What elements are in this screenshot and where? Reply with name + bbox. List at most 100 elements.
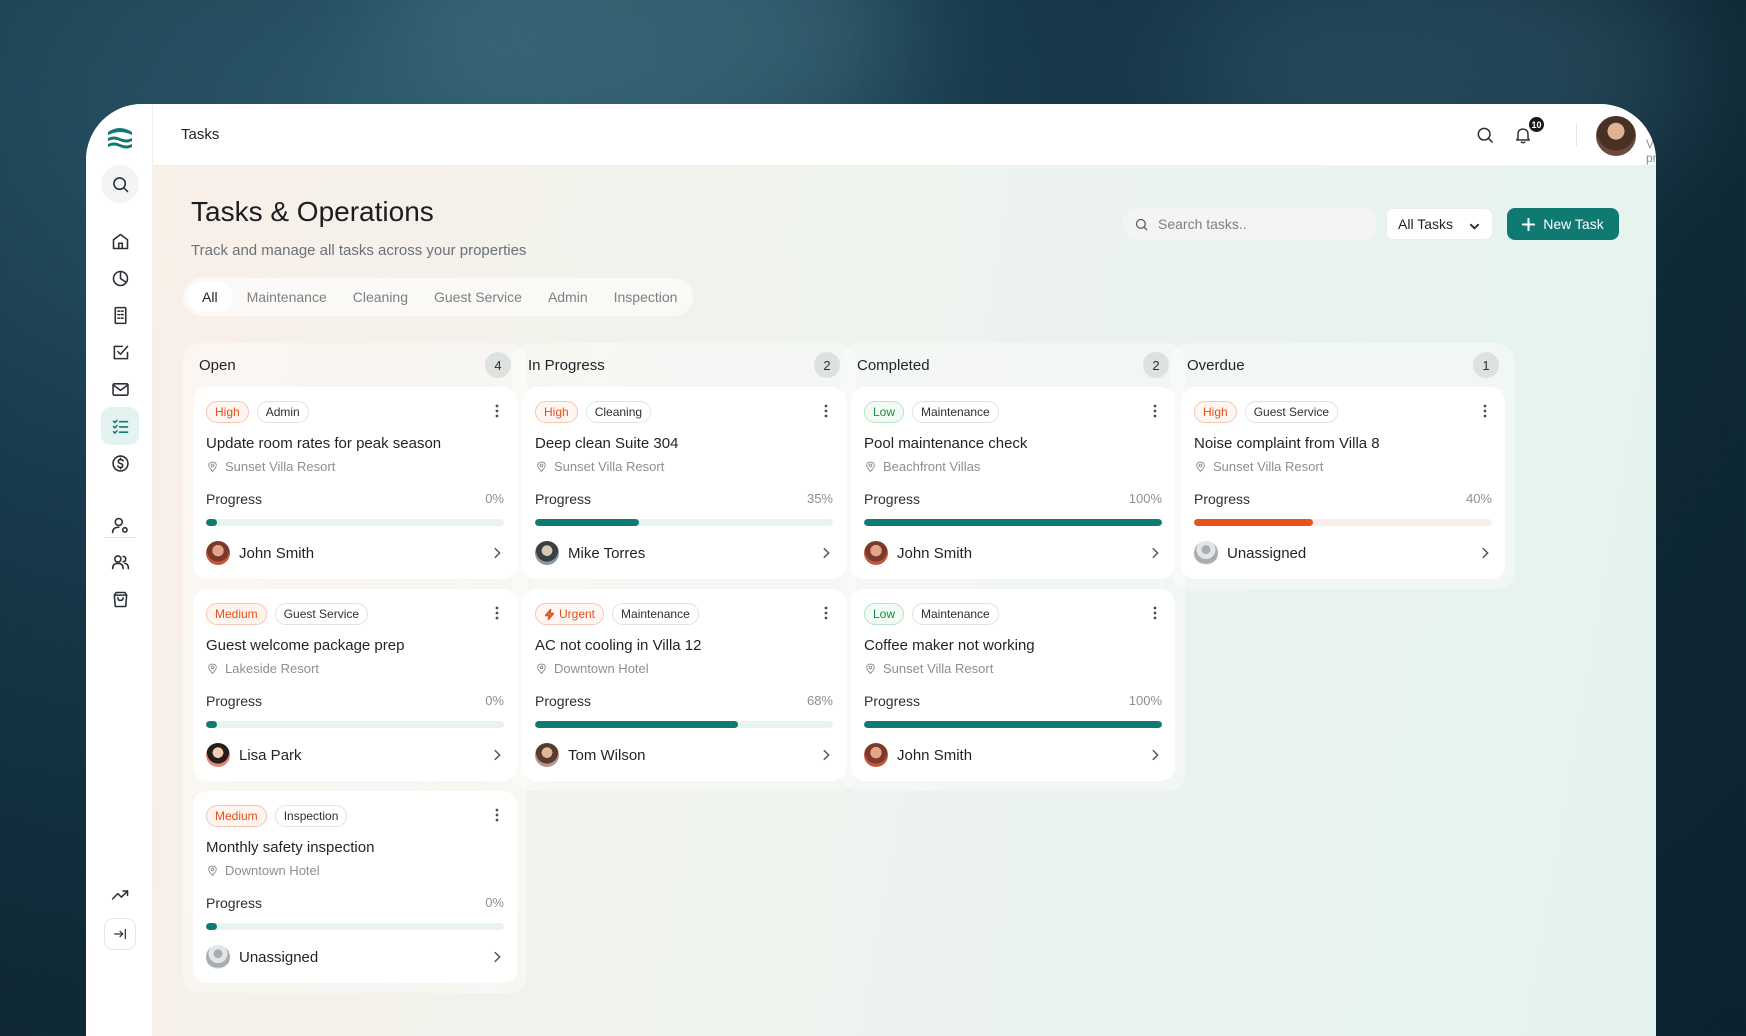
progress-fill bbox=[535, 721, 738, 728]
checkbox-icon[interactable] bbox=[101, 333, 139, 371]
assignee-name: John Smith bbox=[897, 544, 973, 562]
location-pin-icon bbox=[864, 460, 877, 473]
avatar bbox=[864, 541, 888, 565]
view-profile-link[interactable]: View profile bbox=[1646, 137, 1656, 165]
location-pin-icon bbox=[206, 662, 219, 675]
tab-cleaning[interactable]: Cleaning bbox=[341, 282, 420, 312]
assignee-row[interactable]: John Smith bbox=[864, 540, 1162, 566]
chevron-right-icon[interactable] bbox=[490, 950, 504, 964]
column-open: Open 4 High Admin Update room rates for … bbox=[183, 343, 527, 993]
assignee-name: Mike Torres bbox=[568, 544, 646, 562]
user-name[interactable]: Olivia bbox=[1646, 120, 1656, 135]
task-filter-select[interactable]: All Tasks bbox=[1386, 208, 1493, 240]
assignee-row[interactable]: Lisa Park bbox=[206, 742, 504, 768]
progress-percent: 40% bbox=[1465, 491, 1492, 506]
assignee-row[interactable]: Unassigned bbox=[1194, 540, 1492, 566]
chevron-right-icon[interactable] bbox=[490, 748, 504, 762]
category-tabs: All Maintenance Cleaning Guest Service Admin… bbox=[183, 278, 694, 316]
assignee-name: Lisa Park bbox=[239, 746, 302, 764]
team-icon[interactable] bbox=[101, 543, 139, 581]
main-content: Tasks & Operations Track and manage all … bbox=[153, 166, 1656, 1036]
dollar-icon[interactable] bbox=[101, 444, 139, 482]
assignee-row[interactable]: John Smith bbox=[864, 742, 1162, 768]
chevron-right-icon[interactable] bbox=[1148, 748, 1162, 762]
progress-percent: 68% bbox=[806, 693, 833, 708]
mail-icon[interactable] bbox=[101, 370, 139, 408]
chevron-right-icon[interactable] bbox=[490, 546, 504, 560]
progress-bar bbox=[206, 519, 504, 526]
task-location: Sunset Villa Resort bbox=[864, 661, 1162, 676]
tab-admin[interactable]: Admin bbox=[536, 282, 600, 312]
tasks-icon[interactable] bbox=[101, 407, 139, 445]
more-options-icon[interactable] bbox=[489, 807, 505, 823]
search-input[interactable] bbox=[1158, 216, 1358, 232]
task-card[interactable]: High Cleaning Deep clean Suite 304 Sunse… bbox=[522, 387, 846, 579]
search-icon[interactable] bbox=[1475, 125, 1495, 145]
column-in-progress: In Progress 2 High Cleaning Deep clean S… bbox=[512, 343, 856, 791]
progress-bar bbox=[535, 721, 833, 728]
assignee-row[interactable]: Unassigned bbox=[206, 944, 504, 970]
priority-label: Low bbox=[873, 607, 896, 621]
task-card[interactable]: Urgent Maintenance AC not cooling in Vil… bbox=[522, 589, 846, 781]
progress-row: Progress 40% bbox=[1194, 491, 1492, 507]
priority-badge: Medium bbox=[206, 603, 267, 625]
location-name: Sunset Villa Resort bbox=[554, 459, 665, 474]
analytics-icon[interactable] bbox=[101, 259, 139, 297]
assignee-row[interactable]: John Smith bbox=[206, 540, 504, 566]
task-card[interactable]: High Guest Service Noise complaint from … bbox=[1181, 387, 1505, 579]
priority-label: Medium bbox=[215, 809, 258, 823]
tab-guest-service[interactable]: Guest Service bbox=[422, 282, 534, 312]
more-options-icon[interactable] bbox=[818, 605, 834, 621]
column-title: Overdue bbox=[1187, 356, 1245, 374]
trending-icon[interactable] bbox=[101, 875, 139, 913]
assignee-row[interactable]: Tom Wilson bbox=[535, 742, 833, 768]
more-options-icon[interactable] bbox=[489, 403, 505, 419]
logo-icon[interactable] bbox=[106, 126, 134, 150]
task-card[interactable]: Medium Inspection Monthly safety inspect… bbox=[193, 791, 517, 983]
category-badge: Guest Service bbox=[1244, 401, 1339, 423]
more-options-icon[interactable] bbox=[1477, 403, 1493, 419]
progress-fill bbox=[864, 721, 1162, 728]
assignee-row[interactable]: Mike Torres bbox=[535, 540, 833, 566]
tab-inspection[interactable]: Inspection bbox=[602, 282, 690, 312]
task-card[interactable]: Low Maintenance Pool maintenance check B… bbox=[851, 387, 1175, 579]
task-card[interactable]: Low Maintenance Coffee maker not working… bbox=[851, 589, 1175, 781]
user-settings-icon[interactable] bbox=[101, 506, 139, 544]
chevron-down-icon bbox=[1469, 219, 1480, 230]
task-card[interactable]: Medium Guest Service Guest welcome packa… bbox=[193, 589, 517, 781]
column-header: Completed 2 bbox=[851, 343, 1175, 387]
priority-badge: Low bbox=[864, 603, 905, 625]
task-filter-value: All Tasks bbox=[1398, 216, 1453, 232]
sidebar-search-icon[interactable] bbox=[101, 165, 139, 203]
progress-bar bbox=[1194, 519, 1492, 526]
tab-all[interactable]: All bbox=[187, 282, 233, 312]
task-location: Downtown Hotel bbox=[535, 661, 833, 676]
more-options-icon[interactable] bbox=[1147, 403, 1163, 419]
chevron-right-icon[interactable] bbox=[819, 546, 833, 560]
avatar[interactable] bbox=[1596, 116, 1636, 156]
task-title: Deep clean Suite 304 bbox=[535, 435, 679, 452]
chevron-right-icon[interactable] bbox=[1478, 546, 1492, 560]
shopping-bag-icon[interactable] bbox=[101, 580, 139, 618]
collapse-icon[interactable] bbox=[104, 918, 136, 950]
topbar-divider bbox=[1576, 124, 1577, 146]
column-header: Overdue 1 bbox=[1181, 343, 1505, 387]
new-task-button[interactable]: New Task bbox=[1507, 208, 1619, 240]
priority-label: Low bbox=[873, 405, 896, 419]
page-subtitle: Track and manage all tasks across your p… bbox=[191, 242, 527, 259]
more-options-icon[interactable] bbox=[489, 605, 505, 621]
category-badge: Cleaning bbox=[585, 401, 652, 423]
building-icon[interactable] bbox=[101, 296, 139, 334]
home-icon[interactable] bbox=[101, 222, 139, 260]
task-card[interactable]: High Admin Update room rates for peak se… bbox=[193, 387, 517, 579]
column-count-badge: 4 bbox=[485, 352, 511, 378]
chevron-right-icon[interactable] bbox=[819, 748, 833, 762]
avatar bbox=[1194, 541, 1218, 565]
more-options-icon[interactable] bbox=[1147, 605, 1163, 621]
more-options-icon[interactable] bbox=[818, 403, 834, 419]
assignee-name: Unassigned bbox=[239, 948, 319, 966]
search-field[interactable] bbox=[1122, 208, 1377, 240]
tab-maintenance[interactable]: Maintenance bbox=[235, 282, 339, 312]
progress-row: Progress 68% bbox=[535, 693, 833, 709]
chevron-right-icon[interactable] bbox=[1148, 546, 1162, 560]
